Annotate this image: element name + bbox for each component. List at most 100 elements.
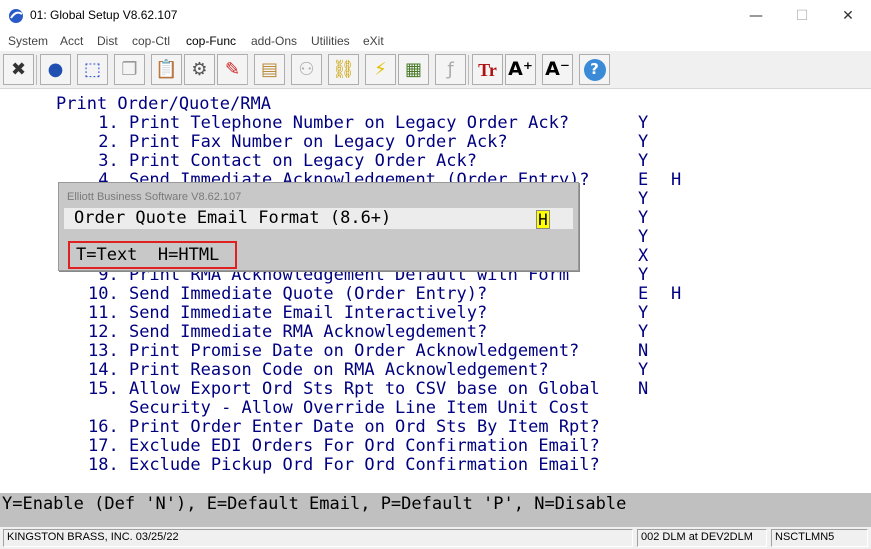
setting-label: Print Telephone Number on Legacy Order A…: [128, 113, 570, 133]
font-button[interactable]: Tr: [472, 54, 503, 85]
setting-value[interactable]: Y: [638, 190, 648, 209]
setting-label: Print Reason Code on RMA Acknowledgement…: [128, 360, 549, 380]
lightning-button[interactable]: ⚡: [365, 54, 396, 85]
setting-label: Print Fax Number on Legacy Order Ack?: [128, 132, 508, 152]
setting-value[interactable]: Y: [638, 133, 648, 152]
setting-value[interactable]: Y: [638, 114, 648, 133]
setting-line: 16. Print Order Enter Date on Ord Sts By…: [88, 418, 600, 437]
minimize-button[interactable]: —: [733, 0, 779, 31]
setting-number: [88, 398, 129, 418]
setting-value[interactable]: N: [638, 342, 648, 361]
report-button[interactable]: ▦: [398, 54, 429, 85]
setting-value[interactable]: Y: [638, 266, 648, 285]
gear-icon: ⚙: [191, 58, 208, 80]
menu-cop-func[interactable]: cop-Func: [186, 34, 236, 48]
setting-value[interactable]: Y: [638, 304, 648, 323]
setting-number: 11.: [88, 303, 129, 323]
status-bar: KINGSTON BRASS, INC. 03/25/22 002 DLM at…: [0, 527, 871, 549]
users-button[interactable]: ⚇: [291, 54, 322, 85]
select-button[interactable]: ⬚: [77, 54, 108, 85]
setting-number: 15.: [88, 379, 129, 399]
title-bar: 01: Global Setup V8.62.107 — ☐ ✕: [0, 0, 871, 31]
setting-line: 10. Send Immediate Quote (Order Entry)?: [88, 285, 487, 304]
setting-value[interactable]: Y: [638, 209, 648, 228]
setting-value[interactable]: Y: [638, 228, 648, 247]
menu-acct[interactable]: Acct: [60, 34, 83, 48]
setting-label: Print Contact on Legacy Order Ack?: [128, 151, 477, 171]
status-company: KINGSTON BRASS, INC. 03/25/22: [3, 529, 633, 547]
order-quote-email-format-label: Order Quote Email Format (8.6+): [74, 208, 392, 228]
copy-button[interactable]: ❐: [114, 54, 145, 85]
setting-label: Send Immediate Quote (Order Entry)?: [128, 284, 488, 304]
paste-icon: 📋: [155, 58, 178, 80]
setting-value[interactable]: E: [638, 171, 648, 190]
status-terminal: NSCTLMN5: [771, 529, 868, 547]
setting-number: 16.: [88, 417, 129, 437]
gear-button[interactable]: ⚙: [184, 54, 215, 85]
setting-label: Print Order Enter Date on Ord Sts By Ite…: [128, 417, 600, 437]
window-title: 01: Global Setup V8.62.107: [30, 8, 178, 22]
elliott-app-icon: [9, 9, 23, 23]
setting-number: 18.: [88, 455, 129, 475]
font-increase-button[interactable]: A⁺: [505, 54, 536, 85]
menu-system[interactable]: System: [8, 34, 48, 48]
close-x-button[interactable]: ✖: [3, 54, 34, 85]
setting-label: Exclude Pickup Ord For Ord Confirmation …: [128, 455, 600, 475]
setting-format-value[interactable]: H: [671, 285, 681, 304]
setting-line: 2. Print Fax Number on Legacy Order Ack?: [88, 132, 508, 152]
font-decrease-icon: A⁻: [545, 58, 570, 80]
setting-label: Print Promise Date on Order Acknowledgem…: [128, 341, 580, 361]
eraser-button[interactable]: ✎: [217, 54, 248, 85]
menu-exit[interactable]: eXit: [363, 34, 384, 48]
copy-icon: ❐: [121, 58, 138, 80]
toolbar: ✖ ● ⬚ ❐ 📋 ⚙ ✎ ▤ ⚇ ⛓ ⚡ ▦ ƒ Tr A⁺ A⁻?: [0, 51, 871, 89]
setting-value[interactable]: Y: [638, 323, 648, 342]
setting-label: Send Immediate RMA Acknowlegdement?: [128, 322, 488, 342]
setting-label: Exclude EDI Orders For Ord Confirmation …: [128, 436, 600, 456]
minimize-icon: —: [749, 7, 763, 24]
setting-value[interactable]: N: [638, 380, 648, 399]
notes-button[interactable]: ▤: [254, 54, 285, 85]
setting-label: Send Immediate Email Interactively?: [128, 303, 488, 323]
function-button[interactable]: ƒ: [435, 54, 466, 85]
toolbar-separator: [36, 55, 37, 85]
setting-value[interactable]: X: [638, 247, 648, 266]
setting-format-value[interactable]: H: [671, 171, 681, 190]
select-icon: ⬚: [83, 58, 101, 80]
setting-line: 18. Exclude Pickup Ord For Ord Confirmat…: [88, 456, 600, 475]
setting-value[interactable]: E: [638, 285, 648, 304]
setting-number: 10.: [88, 284, 129, 304]
menu-cop-ctl[interactable]: cop-Ctl: [132, 34, 170, 48]
close-button[interactable]: ✕: [825, 0, 871, 31]
globe-icon: ●: [47, 58, 64, 80]
order-quote-email-format-input[interactable]: H: [536, 210, 550, 229]
popup-title: Elliott Business Software V8.62.107: [67, 191, 242, 203]
menu-dist[interactable]: Dist: [97, 34, 118, 48]
maximize-icon: ☐: [795, 7, 809, 24]
setting-value[interactable]: Y: [638, 361, 648, 380]
setting-line: 11. Send Immediate Email Interactively?: [88, 304, 487, 323]
menu-bar: System Acct Dist cop-Ctl cop-Func add-On…: [0, 31, 871, 51]
setting-number: 1.: [88, 113, 129, 133]
link-icon: ⛓: [332, 58, 355, 80]
menu-utilities[interactable]: Utilities: [311, 34, 350, 48]
setting-line: 14. Print Reason Code on RMA Acknowledge…: [88, 361, 549, 380]
close-icon: ✕: [842, 7, 854, 24]
help-button[interactable]: ?: [579, 54, 610, 85]
setting-value[interactable]: Y: [638, 152, 648, 171]
close-x-icon: ✖: [10, 58, 27, 80]
format-options-hint: T=Text H=HTML: [68, 241, 237, 269]
setting-number: 3.: [88, 151, 129, 171]
link-button[interactable]: ⛓: [328, 54, 359, 85]
paste-button[interactable]: 📋: [151, 54, 182, 85]
eraser-icon: ✎: [224, 58, 241, 80]
setting-number: 12.: [88, 322, 129, 342]
maximize-button[interactable]: ☐: [779, 0, 825, 31]
font-icon: Tr: [478, 59, 497, 80]
setting-line: 12. Send Immediate RMA Acknowlegdement?: [88, 323, 487, 342]
menu-add-ons[interactable]: add-Ons: [251, 34, 297, 48]
font-decrease-button[interactable]: A⁻: [542, 54, 573, 85]
globe-button[interactable]: ●: [40, 54, 71, 85]
setting-number: 13.: [88, 341, 129, 361]
section-heading: Print Order/Quote/RMA: [56, 94, 271, 114]
